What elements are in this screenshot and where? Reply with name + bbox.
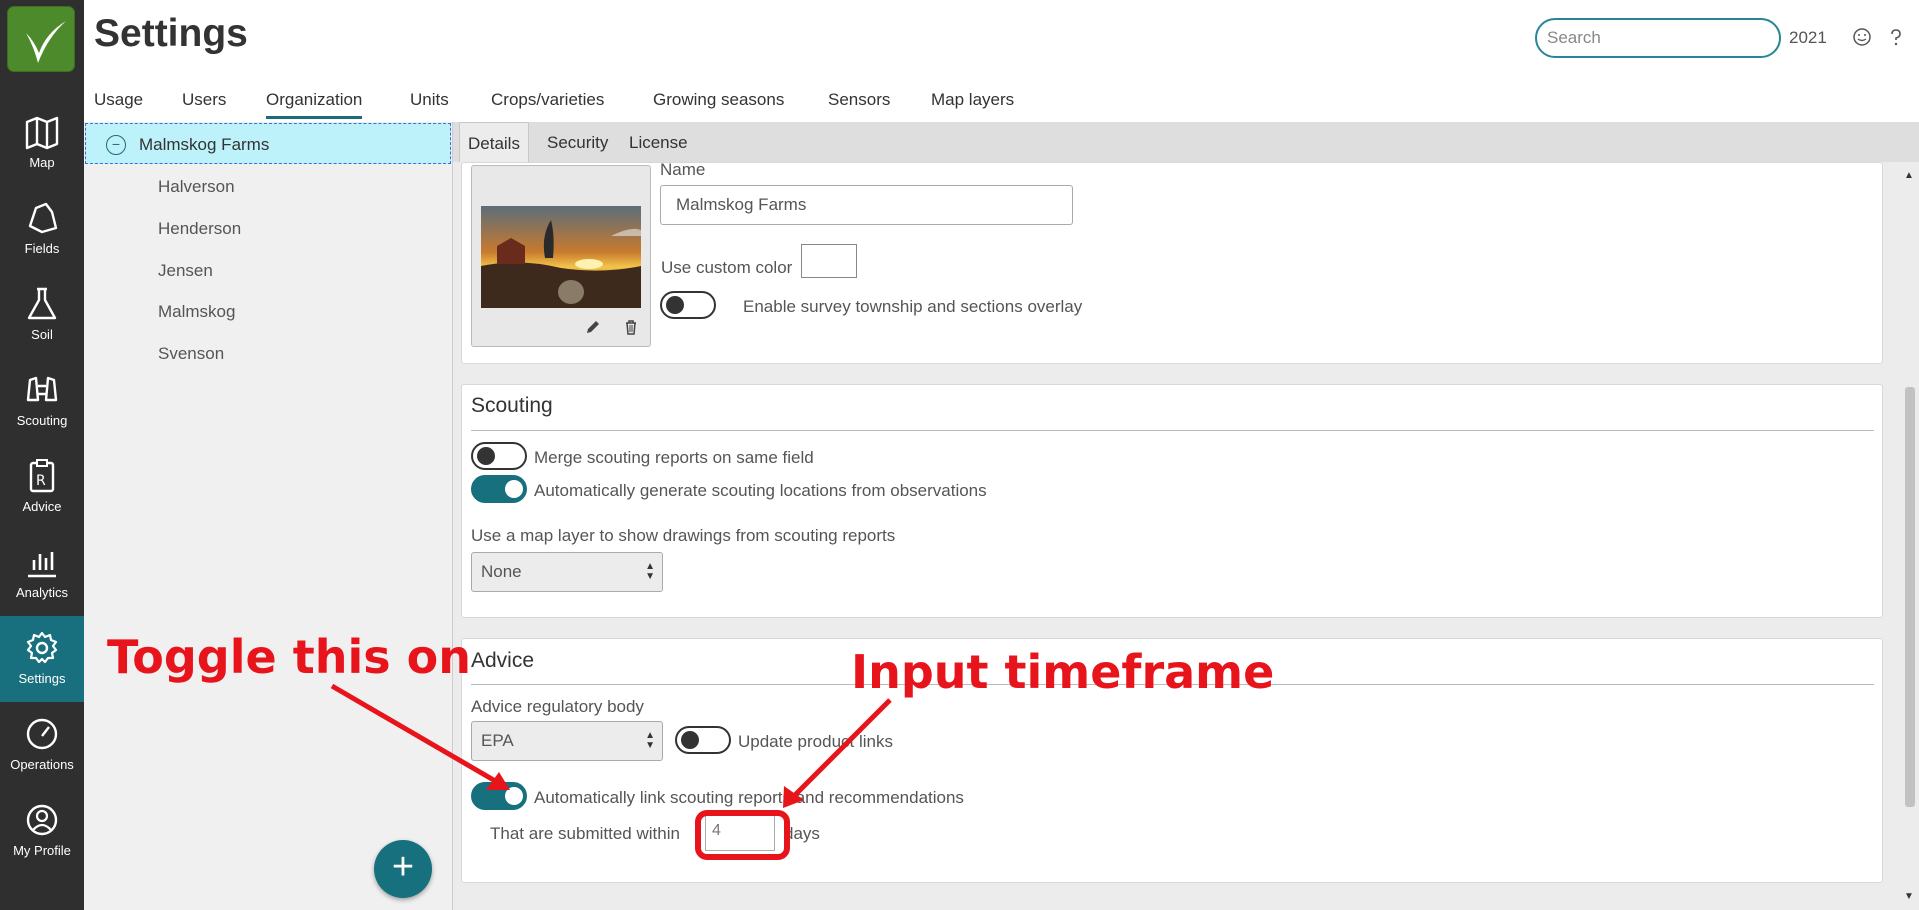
annotation-arrows [330,683,892,808]
timeframe-arrow-line [790,698,892,800]
toggle-arrow-head [486,772,510,790]
toggle-arrow-line [330,683,499,785]
